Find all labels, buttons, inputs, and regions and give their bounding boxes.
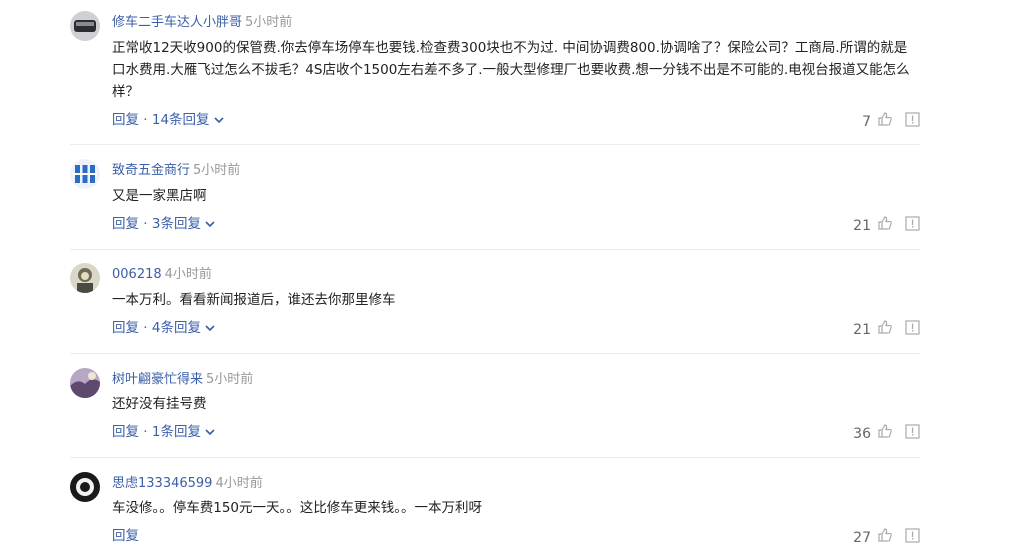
comment-text: 车没修。。停车费150元一天。。这比修车更来钱。。一本万利呀 <box>112 500 483 516</box>
thumbs-up-icon[interactable] <box>877 527 893 548</box>
report-icon[interactable] <box>905 111 920 132</box>
reply-toggle[interactable]: 回复 · 14条回复 <box>112 111 224 129</box>
like-area: 27 <box>853 527 920 548</box>
like-area: 36 <box>853 423 920 444</box>
report-icon[interactable] <box>905 423 920 444</box>
chevron-down-icon <box>205 215 215 233</box>
like-area: 21 <box>853 319 920 340</box>
username[interactable]: 致奇五金商行 <box>112 163 190 178</box>
comment-item: 006218 4小时前 一本万利。看看新闻报道后，谁还去你那里修车 回复 · 4条… <box>70 250 920 354</box>
comment-item: 树叶翩豪忙得来 5小时前 还好没有挂号费 回复 · 1条回复 36 <box>70 354 920 458</box>
comment-text: 正常收12天收900的保管费.你去停车场停车也要钱.检查费300块也不为过. 中… <box>112 40 910 100</box>
comment-item: 思虑133346599 4小时前 车没修。。停车费150元一天。。这比修车更来钱。… <box>70 458 920 554</box>
chevron-down-icon <box>205 319 215 337</box>
timestamp: 4小时前 <box>215 476 263 491</box>
comment-meta: 致奇五金商行 5小时前 <box>112 163 240 179</box>
thumbs-up-icon[interactable] <box>877 111 893 132</box>
reply-label: 回复 <box>112 528 139 544</box>
username[interactable]: 树叶翩豪忙得来 <box>112 372 203 387</box>
reply-label: 回复 · 4条回复 <box>112 320 201 336</box>
like-area: 21 <box>853 215 920 236</box>
comment-text: 还好没有挂号费 <box>112 396 207 412</box>
comment-item: 修车二手车达人小胖哥 5小时前 正常收12天收900的保管费.你去停车场停车也要钱… <box>70 0 920 145</box>
like-count: 7 <box>862 113 871 130</box>
like-count: 36 <box>853 425 871 442</box>
comment-text: 一本万利。看看新闻报道后，谁还去你那里修车 <box>112 292 396 308</box>
thumbs-up-icon[interactable] <box>877 423 893 444</box>
reply-label: 回复 · 3条回复 <box>112 216 201 232</box>
comment-meta: 思虑133346599 4小时前 <box>112 476 263 492</box>
comment-meta: 006218 4小时前 <box>112 267 212 283</box>
username[interactable]: 006218 <box>112 267 162 282</box>
username[interactable]: 修车二手车达人小胖哥 <box>112 15 242 30</box>
report-icon[interactable] <box>905 527 920 548</box>
avatar[interactable] <box>70 263 100 293</box>
reply-toggle[interactable]: 回复 · 1条回复 <box>112 423 215 441</box>
thumbs-up-icon[interactable] <box>877 215 893 236</box>
timestamp: 5小时前 <box>193 163 241 178</box>
comment-meta: 修车二手车达人小胖哥 5小时前 <box>112 15 292 31</box>
like-area: 7 <box>862 111 920 132</box>
comment-meta: 树叶翩豪忙得来 5小时前 <box>112 372 253 388</box>
comment-text: 又是一家黑店啊 <box>112 188 207 204</box>
report-icon[interactable] <box>905 319 920 340</box>
report-icon[interactable] <box>905 215 920 236</box>
timestamp: 4小时前 <box>164 267 212 282</box>
timestamp: 5小时前 <box>245 15 293 30</box>
avatar[interactable] <box>70 159 100 189</box>
like-count: 21 <box>853 321 871 338</box>
username[interactable]: 思虑133346599 <box>112 476 212 491</box>
thumbs-up-icon[interactable] <box>877 319 893 340</box>
chevron-down-icon <box>205 423 215 441</box>
chevron-down-icon <box>213 111 224 129</box>
reply-label: 回复 · 1条回复 <box>112 424 201 440</box>
avatar[interactable] <box>70 368 100 398</box>
comment-item: 致奇五金商行 5小时前 又是一家黑店啊 回复 · 3条回复 21 <box>70 145 920 250</box>
avatar[interactable] <box>70 11 100 41</box>
avatar[interactable] <box>70 472 100 502</box>
timestamp: 5小时前 <box>206 372 254 387</box>
reply-label: 回复 · 14条回复 <box>112 112 210 128</box>
reply-toggle[interactable]: 回复 · 3条回复 <box>112 215 215 233</box>
like-count: 27 <box>853 529 871 546</box>
reply-toggle[interactable]: 回复 · 4条回复 <box>112 319 215 337</box>
reply-button[interactable]: 回复 <box>112 527 139 545</box>
like-count: 21 <box>853 217 871 234</box>
